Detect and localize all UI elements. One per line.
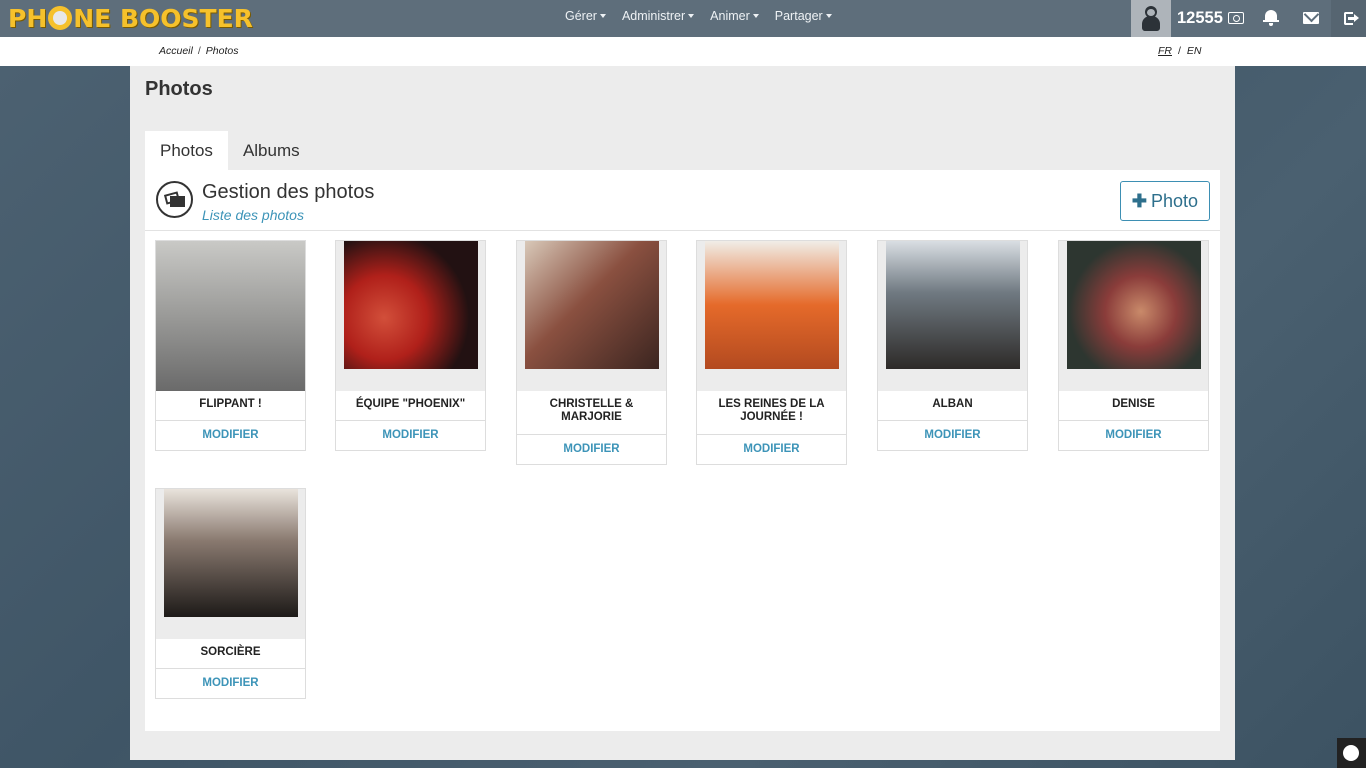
photo-image xyxy=(164,489,298,617)
add-photo-label: Photo xyxy=(1151,191,1199,211)
photo-image xyxy=(1067,241,1201,369)
money-icon xyxy=(1228,12,1244,24)
points-value: 12555 xyxy=(1177,9,1223,27)
tab-photos[interactable]: Photos xyxy=(145,131,228,170)
menu-partager-label: Partager xyxy=(774,9,823,23)
photos-content: Gestion des photos Liste des photos ✚ Pho… xyxy=(145,170,1220,731)
photo-image xyxy=(525,241,659,369)
photo-thumbnail[interactable] xyxy=(517,241,666,391)
photo-image xyxy=(156,241,305,391)
top-navbar: PH NE BOOSTER Gérer Administrer Animer Pa… xyxy=(0,0,1366,37)
photo-card: CHRISTELLE & MARJORIE MODIFIER xyxy=(516,240,667,465)
photo-card: SORCIÈRE MODIFIER xyxy=(155,488,306,699)
user-avatar-icon[interactable] xyxy=(1131,0,1171,37)
bell-clapper xyxy=(1269,23,1273,26)
logo-text-left: PH xyxy=(8,4,48,33)
logout-icon[interactable] xyxy=(1331,0,1366,37)
section-subtitle: Liste des photos xyxy=(202,207,304,223)
photo-thumbnail[interactable] xyxy=(1059,241,1208,391)
menu-partager[interactable]: Partager xyxy=(775,0,832,37)
modify-link[interactable]: MODIFIER xyxy=(878,420,1027,450)
main-menu: Gérer Administrer Animer Partager xyxy=(565,0,848,37)
bell-rim xyxy=(1263,20,1279,22)
bell-icon[interactable] xyxy=(1251,0,1291,37)
photo-card: LES REINES DE LA JOURNÉE ! MODIFIER xyxy=(696,240,847,465)
avatar-body xyxy=(1142,16,1160,31)
menu-animer-label: Animer xyxy=(710,9,750,23)
envelope-shape xyxy=(1303,12,1319,24)
photo-thumbnail[interactable] xyxy=(156,241,305,391)
breadcrumb-home-link[interactable]: Accueil xyxy=(159,45,193,57)
photo-card: ALBAN MODIFIER xyxy=(877,240,1028,451)
menu-animer[interactable]: Animer xyxy=(710,0,759,37)
avatar-face xyxy=(1147,9,1155,16)
photo-caption: CHRISTELLE & MARJORIE xyxy=(549,398,634,423)
modify-link[interactable]: MODIFIER xyxy=(156,420,305,450)
lang-separator: / xyxy=(1178,45,1181,57)
lang-fr-link[interactable]: FR xyxy=(1158,45,1172,57)
photo-caption: FLIPPANT ! xyxy=(199,398,262,410)
menu-gerer[interactable]: Gérer xyxy=(565,0,606,37)
photo-caption: ALBAN xyxy=(932,398,973,410)
lang-en-link[interactable]: EN xyxy=(1187,45,1202,57)
caret-down-icon xyxy=(599,14,606,18)
photo-image xyxy=(705,241,839,369)
envelope-icon[interactable] xyxy=(1291,0,1331,37)
tab-albums[interactable]: Albums xyxy=(228,131,315,170)
language-switcher: FR / EN xyxy=(1158,45,1202,57)
logo-text-right: NE BOOSTER xyxy=(73,4,253,33)
caret-down-icon xyxy=(688,14,695,18)
menu-administrer[interactable]: Administrer xyxy=(621,0,695,37)
photo-thumbnail[interactable] xyxy=(156,489,305,639)
section-header: Gestion des photos Liste des photos ✚ Pho… xyxy=(145,170,1220,231)
photo-caption: DENISE xyxy=(1112,398,1155,410)
photo-caption: ÉQUIPE "PHOENIX" xyxy=(355,398,466,410)
main-panel: Photos Photos Albums Gestion des photos … xyxy=(130,66,1235,760)
photo-card: FLIPPANT ! MODIFIER xyxy=(155,240,306,451)
menu-gerer-label: Gérer xyxy=(565,9,597,23)
modify-link[interactable]: MODIFIER xyxy=(336,420,485,450)
modify-link[interactable]: MODIFIER xyxy=(697,434,846,464)
menu-administrer-label: Administrer xyxy=(621,9,686,23)
caret-down-icon xyxy=(825,14,832,18)
logout-arrow-head xyxy=(1354,14,1359,22)
photo-thumbnail[interactable] xyxy=(878,241,1027,391)
phone-booster-logo[interactable]: PH NE BOOSTER xyxy=(8,4,253,34)
breadcrumb: Accueil / Photos xyxy=(159,45,243,57)
tab-bar: Photos Albums xyxy=(145,131,315,170)
page-title: Photos xyxy=(145,78,213,100)
photo-caption: LES REINES DE LA JOURNÉE ! xyxy=(718,398,825,423)
photo-thumbnail[interactable] xyxy=(336,241,485,391)
add-photo-button[interactable]: ✚ Photo xyxy=(1120,181,1210,221)
logo-o-icon xyxy=(48,6,73,30)
plus-icon: ✚ xyxy=(1131,191,1148,211)
breadcrumb-current: Photos xyxy=(205,45,239,57)
photo-image xyxy=(886,241,1020,369)
symfony-debug-icon[interactable] xyxy=(1337,738,1366,768)
points-counter[interactable]: 12555 xyxy=(1171,0,1251,37)
photo-card: ÉQUIPE "PHOENIX" MODIFIER xyxy=(335,240,486,451)
modify-link[interactable]: MODIFIER xyxy=(1059,420,1208,450)
caret-down-icon xyxy=(752,14,759,18)
photo-caption: SORCIÈRE xyxy=(200,646,261,658)
breadcrumb-bar: Accueil / Photos FR / EN xyxy=(0,37,1366,66)
photo-thumbnail[interactable] xyxy=(697,241,846,391)
modify-link[interactable]: MODIFIER xyxy=(156,668,305,698)
modify-link[interactable]: MODIFIER xyxy=(517,434,666,464)
section-title: Gestion des photos xyxy=(202,181,375,203)
photo-card: DENISE MODIFIER xyxy=(1058,240,1209,451)
photo-front xyxy=(170,196,185,207)
photo-image xyxy=(344,241,478,369)
photos-icon xyxy=(156,181,193,218)
breadcrumb-separator: / xyxy=(197,45,201,57)
